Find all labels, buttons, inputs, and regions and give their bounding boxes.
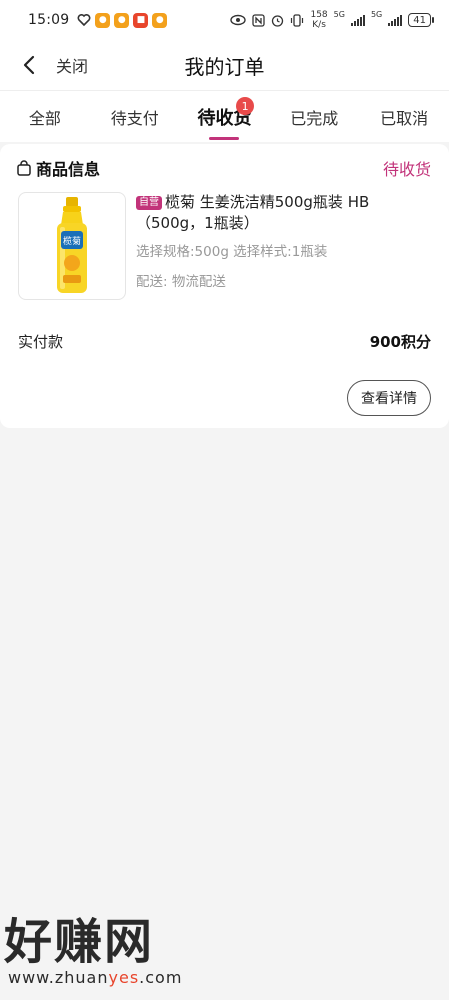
view-details-button[interactable]: 查看详情 — [347, 380, 431, 416]
paid-value: 900积分 — [369, 332, 431, 351]
watermark-logo-text: 好赚网 — [4, 914, 155, 970]
signal-icon-1 — [350, 14, 365, 26]
status-right: 158 K/s 5G 5G 41 — [230, 10, 434, 30]
paid-amount-row: 实付款 900积分 — [18, 330, 431, 352]
alarm-icon — [272, 14, 284, 27]
detergent-bottle-image: 榄菊 — [57, 197, 87, 293]
network-type-2: 5G — [370, 10, 383, 19]
order-page: 15:09 ● ● ■ ● 158 K/s 5G 5G 41 关闭 我的订单 全… — [0, 0, 449, 1000]
tab-label: 待支付 — [110, 108, 159, 128]
order-card-header: 商品信息 待收货 — [16, 156, 431, 180]
status-time: 15:09 — [28, 12, 70, 28]
paid-label: 实付款 — [18, 332, 64, 351]
back-button[interactable] — [16, 52, 42, 78]
product-name: 榄菊 生姜洗洁精500g瓶装 HB（500g，1瓶装） — [136, 193, 370, 232]
tab-label: 全部 — [28, 108, 61, 128]
product-spec: 选择规格:500g 选择样式:1瓶装 — [136, 244, 328, 260]
status-bar: 15:09 ● ● ■ ● 158 K/s 5G 5G 41 — [0, 0, 449, 40]
watermark-url-highlight: yes — [108, 968, 140, 987]
bottle-brand-text: 榄菊 — [63, 235, 81, 247]
eye-app-icon-2: ● — [114, 12, 130, 28]
active-tab-indicator — [209, 137, 240, 140]
order-tabs: 全部 待支付 待收货 1 已完成 已取消 — [0, 90, 449, 142]
battery-level: 41 — [413, 14, 426, 26]
battery-icon: 41 — [408, 13, 434, 27]
tab-cancelled[interactable]: 已取消 — [359, 91, 449, 142]
tab-label: 已取消 — [380, 108, 429, 128]
speed-unit: K/s — [312, 20, 326, 30]
tab-completed[interactable]: 已完成 — [269, 91, 359, 142]
signal-icon-2 — [388, 14, 403, 26]
notification-icons: ● ● ■ ● — [77, 12, 168, 28]
eye-app-icon-3: ● — [152, 12, 168, 28]
order-status: 待收货 — [382, 160, 431, 179]
tab-all[interactable]: 全部 — [0, 91, 90, 142]
network-speed: 158 K/s — [310, 10, 327, 30]
shopping-bag-icon — [16, 160, 32, 176]
site-watermark: 好赚网 www.zhuanyes.com — [4, 912, 204, 987]
nfc-icon — [252, 13, 266, 27]
tab-pending-payment[interactable]: 待支付 — [90, 91, 180, 142]
watermark-url: www.zhuanyes.com — [4, 968, 204, 987]
section-title: 商品信息 — [36, 160, 101, 179]
nav-header: 关闭 我的订单 — [0, 40, 449, 90]
order-card: 商品信息 待收货 榄菊 自营 榄菊 生姜洗洁精500g瓶装 HB（500g，1瓶… — [0, 144, 449, 428]
shop-app-icon: ■ — [133, 12, 149, 28]
speed-value: 158 — [310, 10, 328, 20]
self-operated-tag: 自营 — [136, 196, 162, 210]
eye-app-icon: ● — [95, 12, 111, 28]
product-name-line[interactable]: 自营 榄菊 生姜洗洁精500g瓶装 HB（500g，1瓶装） — [136, 192, 433, 234]
watermark-url-prefix: www.zhuan — [8, 968, 109, 987]
chevron-left-icon — [23, 55, 35, 75]
shipping-method: 配送: 物流配送 — [136, 274, 226, 290]
heart-link-icon — [77, 14, 91, 27]
close-button[interactable]: 关闭 — [56, 53, 88, 77]
product-image[interactable]: 榄菊 — [18, 192, 126, 300]
watermark-url-suffix: .com — [139, 968, 183, 987]
tab-pending-receipt[interactable]: 待收货 1 — [180, 91, 270, 142]
product-info: 自营 榄菊 生姜洗洁精500g瓶装 HB（500g，1瓶装） 选择规格:500g … — [136, 192, 433, 290]
vibrate-icon — [291, 13, 304, 27]
tab-label: 已完成 — [290, 108, 339, 128]
network-type-1: 5G — [333, 10, 345, 19]
eye-icon — [230, 14, 247, 26]
